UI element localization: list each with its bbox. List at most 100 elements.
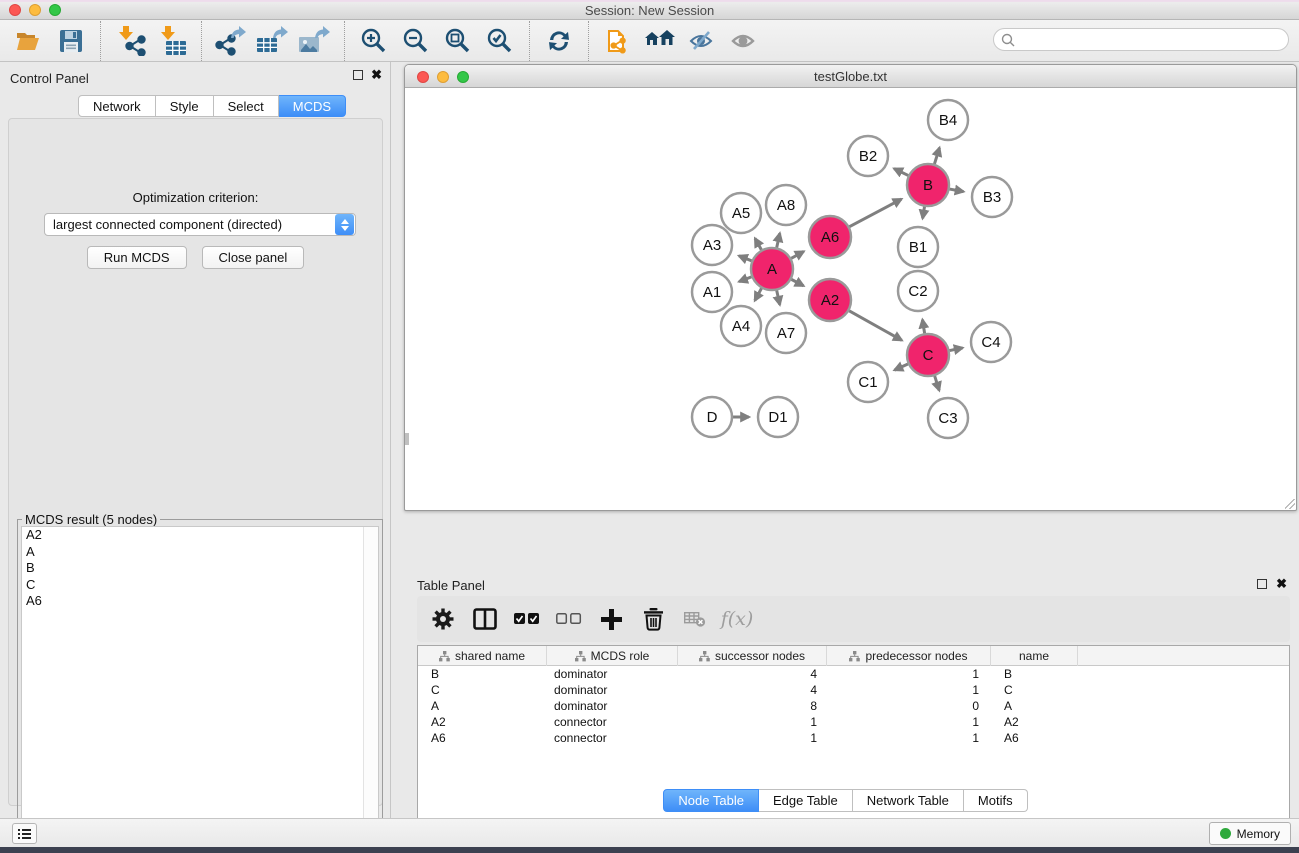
graph-edge-A-A2[interactable] [791,279,803,285]
mcds-result-list[interactable]: A2ABCA6 [21,526,379,853]
mcds-result-item[interactable]: A2 [22,527,378,544]
create-column-icon[interactable] [597,605,625,633]
resize-grip-icon[interactable] [1285,499,1295,509]
refresh-icon[interactable] [538,23,580,59]
table-settings-icon[interactable] [429,605,457,633]
column-header-name[interactable]: name [991,646,1078,666]
table-cell[interactable]: 4 [678,666,827,682]
table-row[interactable]: Bdominator41B [418,666,1289,682]
graph-edge-C-C2[interactable] [922,320,924,334]
tab-edge-table[interactable]: Edge Table [759,789,853,812]
close-panel-icon[interactable]: ✖ [371,70,382,80]
table-row[interactable]: Cdominator41C [418,682,1289,698]
table-cell[interactable]: dominator [547,698,678,714]
graph-edge-B-B3[interactable] [950,189,964,192]
table-cell[interactable]: 8 [678,698,827,714]
table-cell[interactable]: A6 [991,730,1078,746]
column-header-successor-nodes[interactable]: successor nodes [678,646,827,666]
column-header-predecessor-nodes[interactable]: predecessor nodes [827,646,991,666]
table-cell[interactable]: 1 [827,714,991,730]
delete-columns-icon[interactable] [639,605,667,633]
list-scrollbar[interactable] [363,527,378,852]
close-panel-button[interactable]: Close panel [202,246,305,269]
tab-node-table[interactable]: Node Table [663,789,759,812]
table-cell[interactable]: 1 [827,682,991,698]
open-session-icon[interactable] [8,23,50,59]
graph-edge-A-A1[interactable] [739,277,751,282]
table-cell[interactable]: C [418,682,547,698]
graph-edge-B-B2[interactable] [894,169,908,176]
table-cell[interactable]: 1 [827,666,991,682]
graph-edge-C-C3[interactable] [935,376,940,390]
zoom-in-icon[interactable] [353,23,395,59]
export-image-icon[interactable] [294,23,336,59]
show-column-icon[interactable] [471,605,499,633]
network-window-titlebar[interactable]: testGlobe.txt [405,65,1296,88]
select-all-columns-icon[interactable] [513,605,541,633]
new-network-from-file-icon[interactable] [597,23,639,59]
table-row[interactable]: A6connector11A6 [418,730,1289,746]
tab-network[interactable]: Network [78,95,156,117]
criterion-select[interactable]: largest connected component (directed) [44,213,356,236]
save-session-icon[interactable] [50,23,92,59]
graph-edge-A-A8[interactable] [777,233,780,247]
graph-edge-A-A6[interactable] [791,251,803,258]
table-cell[interactable]: 4 [678,682,827,698]
table-cell[interactable]: connector [547,714,678,730]
tab-select[interactable]: Select [214,95,279,117]
import-table-icon[interactable] [151,23,193,59]
table-cell[interactable]: A6 [418,730,547,746]
export-table-icon[interactable] [252,23,294,59]
table-cell[interactable]: dominator [547,666,678,682]
table-row[interactable]: A2connector11A2 [418,714,1289,730]
mcds-result-item[interactable]: B [22,560,378,577]
graph-edge-B-B4[interactable] [934,148,939,164]
graph-edge-A2-C[interactable] [849,311,902,341]
zoom-selected-icon[interactable] [479,23,521,59]
search-field[interactable] [993,28,1289,51]
mcds-result-item[interactable]: C [22,577,378,594]
mcds-result-item[interactable]: A6 [22,593,378,610]
unselect-all-columns-icon[interactable] [555,605,583,633]
table-cell[interactable]: A [991,698,1078,714]
table-cell[interactable]: C [991,682,1078,698]
zoom-out-icon[interactable] [395,23,437,59]
table-cell[interactable]: A [418,698,547,714]
show-all-eye-icon[interactable] [723,23,765,59]
graph-edge-C-C1[interactable] [894,364,907,370]
graph-edge-A-A7[interactable] [777,290,780,304]
tab-network-table[interactable]: Network Table [853,789,964,812]
home-icon[interactable] [639,23,681,59]
graph-edge-A-A5[interactable] [755,238,761,249]
table-cell[interactable]: 1 [827,730,991,746]
import-network-icon[interactable] [109,23,151,59]
table-cell[interactable]: 1 [678,714,827,730]
network-canvas[interactable]: B4B2BB3A5A8A6A3B1AA1C2A2A4A7C4CC1DD1C3 [405,88,1296,510]
tab-style[interactable]: Style [156,95,214,117]
graph-edge-A6-B[interactable] [849,199,901,227]
hide-selected-eye-icon[interactable] [681,23,723,59]
float-table-panel-icon[interactable] [1257,579,1267,589]
graph-edge-C-C4[interactable] [950,348,963,351]
tab-motifs[interactable]: Motifs [964,789,1028,812]
graph-edge-A-A4[interactable] [755,288,762,300]
graph-edge-A-A3[interactable] [739,256,752,261]
column-header-mcds-role[interactable]: MCDS role [547,646,678,666]
search-input[interactable] [1015,31,1288,49]
run-mcds-button[interactable]: Run MCDS [87,246,187,269]
column-header-shared-name[interactable]: shared name [418,646,547,666]
table-cell[interactable]: A2 [418,714,547,730]
table-cell[interactable]: 0 [827,698,991,714]
table-row[interactable]: Adominator80A [418,698,1289,714]
table-cell[interactable]: B [991,666,1078,682]
close-table-panel-icon[interactable]: ✖ [1276,579,1287,589]
export-network-icon[interactable] [210,23,252,59]
table-cell[interactable]: A2 [991,714,1078,730]
mcds-result-item[interactable]: A [22,544,378,561]
zoom-fit-icon[interactable] [437,23,479,59]
table-cell[interactable]: 1 [678,730,827,746]
tab-mcds[interactable]: MCDS [279,95,346,117]
table-cell[interactable]: connector [547,730,678,746]
memory-button[interactable]: Memory [1209,822,1291,845]
table-cell[interactable]: B [418,666,547,682]
